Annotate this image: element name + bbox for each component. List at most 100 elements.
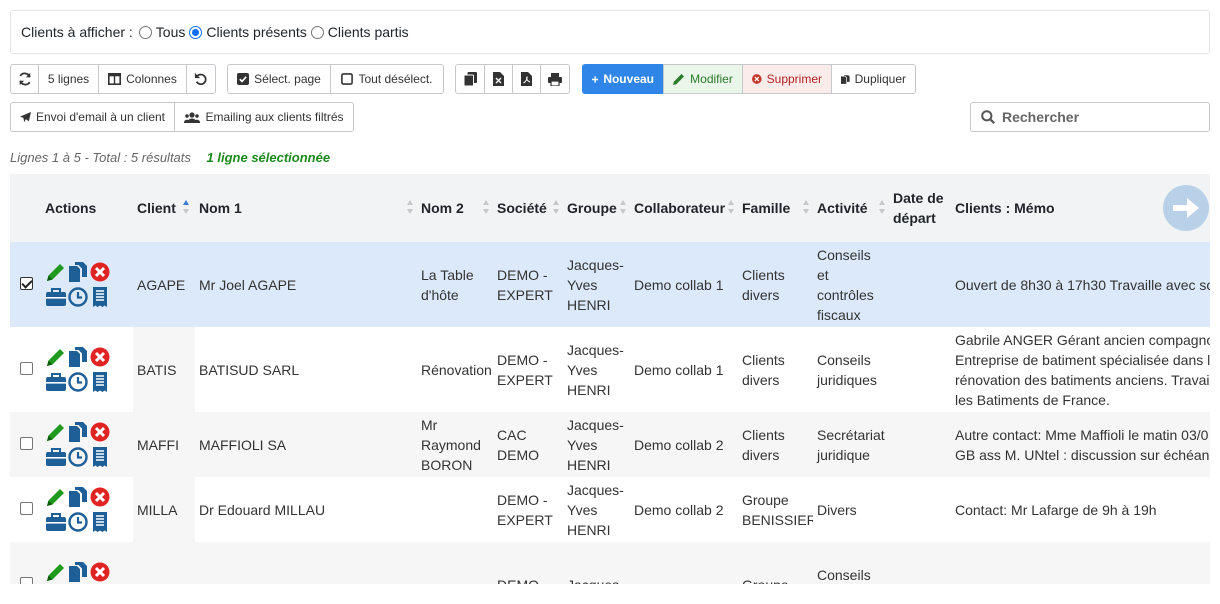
- nom2-cell: [417, 477, 493, 542]
- societe-column-header[interactable]: Société: [493, 174, 563, 242]
- row-checkbox[interactable]: [20, 501, 33, 515]
- filter-label: Clients à afficher :: [21, 24, 133, 40]
- delete-circle-icon[interactable]: [89, 561, 111, 583]
- row-select-cell[interactable]: [10, 542, 41, 584]
- date-depart-column-header[interactable]: Date de départ: [889, 174, 951, 242]
- edit-pencil-icon[interactable]: [45, 421, 67, 443]
- delete-circle-icon[interactable]: [89, 261, 111, 283]
- client-column-header[interactable]: Client: [133, 174, 195, 242]
- duplicate-file-icon[interactable]: [67, 261, 89, 283]
- users-icon: [184, 111, 201, 123]
- columns-button[interactable]: Colonnes: [98, 64, 187, 94]
- nom1-column-header[interactable]: Nom 1: [195, 174, 417, 242]
- sort-icon: [483, 200, 490, 214]
- memo-cell: Ouvert de 8h30 à 17h30 Travaille avec so…: [951, 242, 1210, 327]
- table-row[interactable]: MILLA Dr Edouard MILLAU DEMO - EXPERT Ja…: [10, 477, 1210, 542]
- new-button[interactable]: Nouveau: [582, 64, 664, 94]
- date-depart-cell: [889, 412, 951, 477]
- delete-button[interactable]: Supprimer: [742, 64, 832, 94]
- select-page-button[interactable]: Sélect. page: [227, 64, 331, 94]
- excel-export-button[interactable]: [484, 64, 513, 94]
- receipt-icon[interactable]: [89, 286, 111, 308]
- briefcase-icon[interactable]: [45, 446, 67, 468]
- row-select-cell[interactable]: [10, 242, 41, 327]
- copy-button[interactable]: [455, 64, 485, 94]
- clock-icon[interactable]: [67, 286, 89, 308]
- email-client-button[interactable]: Envoi d'email à un client: [10, 102, 175, 132]
- delete-circle-icon[interactable]: [89, 346, 111, 368]
- delete-circle-icon[interactable]: [89, 486, 111, 508]
- clock-icon[interactable]: [67, 446, 89, 468]
- filter-all-option[interactable]: Tous: [138, 24, 185, 40]
- duplicate-label: Dupliquer: [854, 72, 906, 86]
- activite-column-header[interactable]: Activité: [813, 174, 889, 242]
- reset-button[interactable]: [186, 64, 216, 94]
- columns-icon: [108, 73, 122, 85]
- row-checkbox[interactable]: [20, 361, 33, 375]
- refresh-button[interactable]: [10, 64, 39, 94]
- groupe-cell: Jacques-: [563, 542, 630, 584]
- activite-cell: Divers: [817, 501, 857, 518]
- duplicate-file-icon[interactable]: [67, 486, 89, 508]
- famille-column-header[interactable]: Famille: [738, 174, 813, 242]
- briefcase-icon[interactable]: [45, 371, 67, 393]
- edit-pencil-icon[interactable]: [45, 486, 67, 508]
- duplicate-file-icon[interactable]: [67, 421, 89, 443]
- nom2-column-header[interactable]: Nom 2: [417, 174, 493, 242]
- duplicate-file-icon[interactable]: [67, 561, 89, 583]
- filter-all-radio[interactable]: [138, 25, 152, 39]
- crud-button-group: Nouveau Modifier Supprimer Dupliquer: [582, 64, 916, 94]
- row-select-cell[interactable]: [10, 327, 41, 412]
- row-checkbox[interactable]: [20, 576, 33, 584]
- collaborateur-cell: [630, 542, 738, 584]
- search-input[interactable]: Rechercher: [970, 102, 1210, 132]
- row-checkbox[interactable]: [20, 436, 33, 450]
- filter-present-option[interactable]: Clients présents: [189, 24, 307, 40]
- duplicate-file-icon[interactable]: [67, 346, 89, 368]
- print-button[interactable]: [540, 64, 570, 94]
- refresh-icon: [18, 72, 31, 86]
- pdf-export-button[interactable]: [512, 64, 541, 94]
- receipt-icon[interactable]: [89, 511, 111, 533]
- briefcase-icon[interactable]: [45, 286, 67, 308]
- date-depart-cell: [889, 242, 951, 327]
- briefcase-icon[interactable]: [45, 511, 67, 533]
- filter-present-radio[interactable]: [189, 25, 203, 39]
- filter-gone-radio[interactable]: [310, 25, 324, 39]
- nom2-cell: Mr Raymond BORON: [417, 412, 493, 477]
- clock-icon[interactable]: [67, 511, 89, 533]
- scroll-right-button[interactable]: [1163, 185, 1209, 231]
- memo-cell: Contact: Mr Lafarge de 9h à 19h: [955, 501, 1157, 518]
- sort-icon: [553, 200, 560, 214]
- clock-icon[interactable]: [67, 371, 89, 393]
- row-checkbox[interactable]: [20, 276, 33, 290]
- deselect-all-button[interactable]: Tout désélect.: [330, 64, 444, 94]
- edit-pencil-icon[interactable]: [45, 261, 67, 283]
- table-row[interactable]: BATIS BATISUD SARL Rénovation DEMO - EXP…: [10, 327, 1210, 412]
- edit-button[interactable]: Modifier: [663, 64, 743, 94]
- selection-count: 1 ligne sélectionnée: [206, 150, 331, 165]
- receipt-icon[interactable]: [89, 446, 111, 468]
- famille-cell: Clients divers: [738, 412, 813, 477]
- edit-pencil-icon[interactable]: [45, 346, 67, 368]
- table-row[interactable]: MAFFI MAFFIOLI SA Mr Raymond BORON CAC D…: [10, 412, 1210, 477]
- result-range: Lignes 1 à 5 - Total : 5 résultats: [10, 150, 191, 165]
- edit-pencil-icon[interactable]: [45, 561, 67, 583]
- view-button-group: 5 lignes Colonnes: [10, 64, 216, 94]
- sort-icon: [407, 200, 414, 214]
- groupe-column-header[interactable]: Groupe: [563, 174, 630, 242]
- table-row[interactable]: AGAPE Mr Joel AGAPE La Table d'hôte DEMO…: [10, 242, 1210, 327]
- email-filtered-button[interactable]: Emailing aux clients filtrés: [174, 102, 354, 132]
- delete-circle-icon[interactable]: [89, 421, 111, 443]
- date-depart-cell: [889, 327, 951, 412]
- row-select-cell[interactable]: [10, 412, 41, 477]
- table-row[interactable]: DEMO Jacques- Groupe Conseils et: [10, 542, 1210, 584]
- collaborateur-column-header[interactable]: Collaborateur: [630, 174, 738, 242]
- receipt-icon[interactable]: [89, 371, 111, 393]
- row-select-cell[interactable]: [10, 477, 41, 542]
- sort-icon: [879, 200, 886, 214]
- filter-gone-option[interactable]: Clients partis: [310, 24, 409, 40]
- duplicate-button[interactable]: Dupliquer: [831, 64, 916, 94]
- page-size-button[interactable]: 5 lignes: [38, 64, 99, 94]
- pdf-file-icon: [521, 72, 532, 86]
